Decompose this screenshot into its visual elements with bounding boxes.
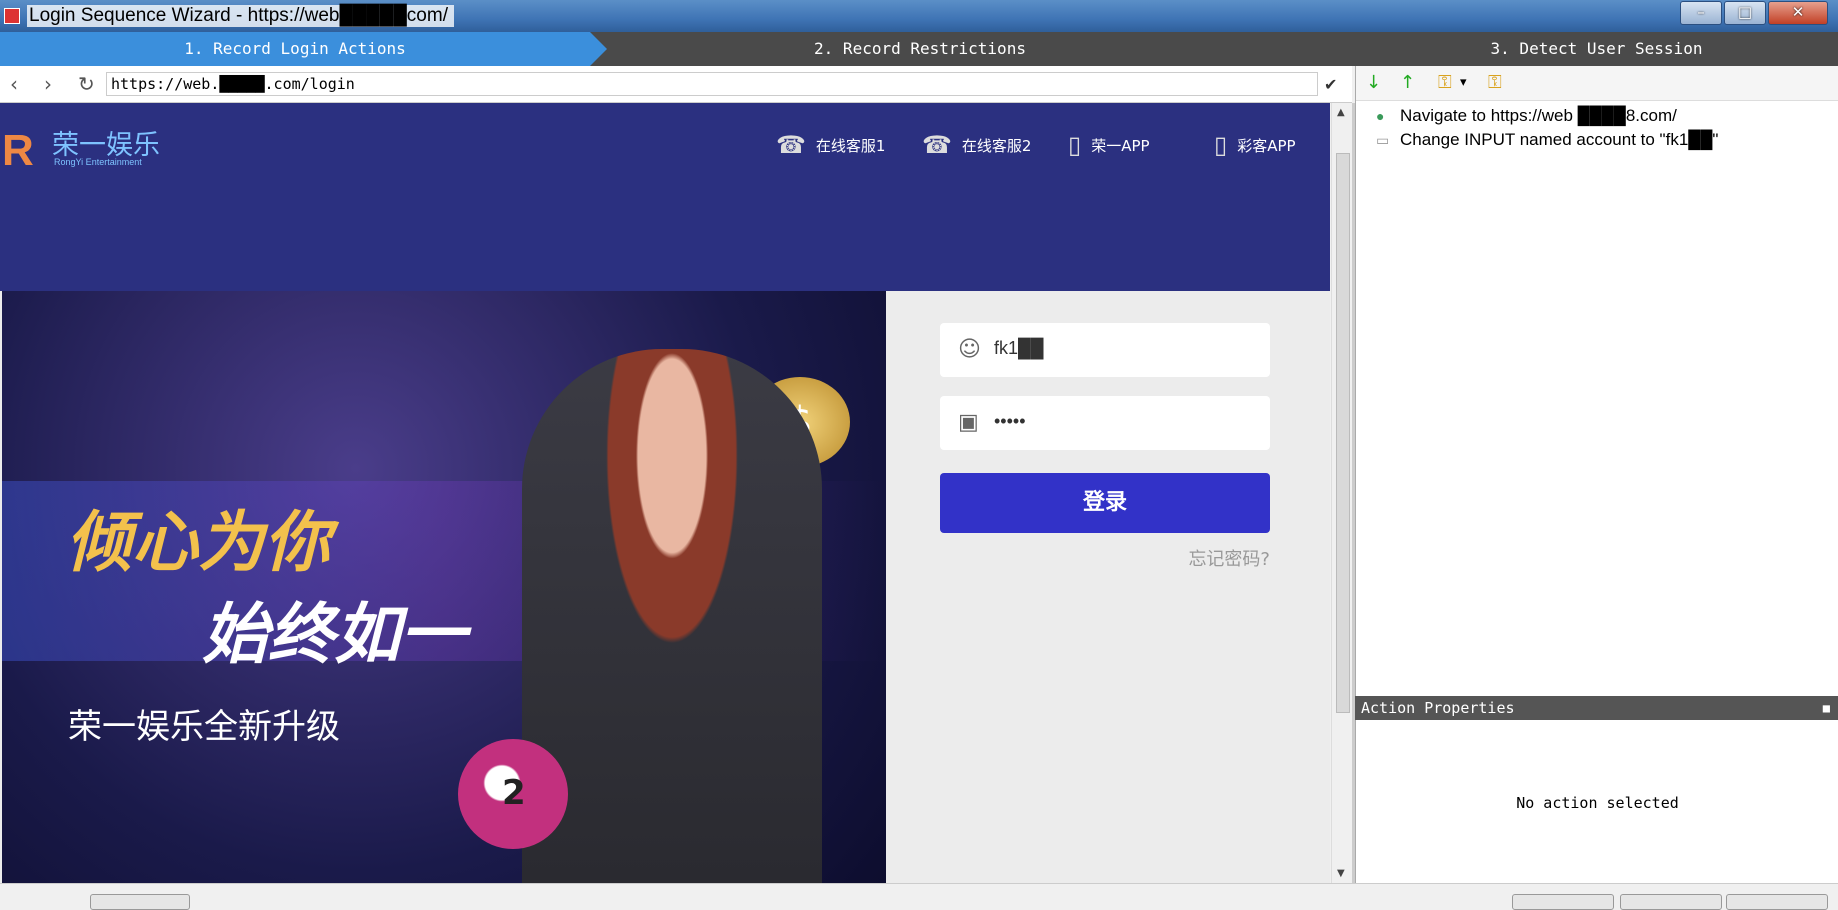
- forward-icon[interactable]: ›: [44, 72, 52, 96]
- window-controls: – □ ✕: [1680, 1, 1828, 25]
- link-label: 在线客服1: [815, 136, 886, 155]
- banner-headline-1: 倾心为你: [66, 503, 330, 581]
- link-label: 彩客APP: [1237, 136, 1296, 155]
- phone-icon: ▯: [1214, 131, 1228, 159]
- actions-toolbar: ↓ ↑ ⚿ ▾ ⚿: [1356, 66, 1838, 101]
- link-label: 在线客服2: [961, 136, 1032, 155]
- username-value: fk1██: [994, 338, 1044, 358]
- step-detect-user-session[interactable]: 3. Detect User Session: [1355, 32, 1838, 66]
- back-icon[interactable]: ‹: [10, 72, 18, 96]
- link-online-service-1[interactable]: ☎ 在线客服1: [776, 131, 885, 159]
- embedded-webview: R 荣一娱乐 RongYi Entertainment ☎ 在线客服1 ☎ 在线…: [0, 103, 1330, 883]
- action-label: Change INPUT named account to "fk1██": [1400, 130, 1719, 149]
- back-button[interactable]: [1512, 894, 1614, 910]
- move-down-icon[interactable]: ↓: [1366, 72, 1381, 93]
- step-record-restrictions[interactable]: 2. Record Restrictions: [610, 32, 1230, 66]
- app-icon: [4, 8, 20, 24]
- link-rongyi-app[interactable]: ▯ 荣一APP: [1068, 131, 1150, 159]
- banner-headline-2: 始终如一: [202, 595, 466, 673]
- user-icon: ☺: [958, 337, 981, 362]
- logo-subtitle: RongYi Entertainment: [54, 157, 142, 167]
- link-label: 荣一APP: [1091, 136, 1150, 155]
- recorded-actions-pane: ↓ ↑ ⚿ ▾ ⚿ ● Navigate to https://web ████8…: [1355, 66, 1838, 696]
- password-field[interactable]: ▣ •••••: [940, 396, 1270, 450]
- username-field[interactable]: ☺ fk1██: [940, 323, 1270, 377]
- action-item-navigate[interactable]: ● Navigate to https://web ████8.com/: [1376, 106, 1677, 126]
- url-input[interactable]: https://web.█████.com/login: [106, 72, 1318, 96]
- key-remove-icon[interactable]: ⚿: [1488, 72, 1502, 93]
- window-title: Login Sequence Wizard - https://web█████…: [27, 5, 454, 27]
- login-button[interactable]: 登录: [940, 473, 1270, 533]
- bottom-bar: [0, 883, 1838, 910]
- scrollbar-thumb[interactable]: [1336, 153, 1350, 713]
- globe-icon: ●: [1376, 108, 1385, 124]
- browser-toolbar: ‹ › ↻ https://web.█████.com/login ✔: [0, 66, 1352, 103]
- key-icon[interactable]: ⚿: [1438, 72, 1452, 93]
- headset-icon: ☎: [776, 131, 806, 159]
- action-label: Navigate to https://web ████8.com/: [1400, 106, 1677, 125]
- logo-mark-icon: R: [2, 126, 34, 175]
- promo-banner: $ 倾心为你 始终如一 荣一娱乐全新升级 2: [2, 291, 886, 883]
- lock-icon: ▣: [958, 410, 979, 435]
- cancel-button[interactable]: [1726, 894, 1828, 910]
- go-checkmark-icon[interactable]: ✔: [1324, 75, 1337, 94]
- login-form: ☺ fk1██ ▣ ••••• 登录 忘记密码?: [886, 291, 1330, 883]
- phone-icon: ▯: [1068, 131, 1082, 159]
- banner-tagline: 荣一娱乐全新升级: [68, 707, 340, 747]
- forgot-password-link[interactable]: 忘记密码?: [1188, 545, 1270, 571]
- site-header: R 荣一娱乐 RongYi Entertainment ☎ 在线客服1 ☎ 在线…: [0, 103, 1330, 291]
- action-item-change-input[interactable]: ▭ Change INPUT named account to "fk1██": [1376, 130, 1718, 150]
- dropdown-chevron-icon[interactable]: ▾: [1460, 75, 1467, 90]
- headset-icon: ☎: [922, 131, 952, 159]
- wizard-steps: 1. Record Login Actions 2. Record Restri…: [0, 32, 1838, 66]
- move-up-icon[interactable]: ↑: [1400, 72, 1415, 93]
- link-caike-app[interactable]: ▯ 彩客APP: [1214, 131, 1296, 159]
- password-value: •••••: [994, 411, 1026, 431]
- maximize-button[interactable]: □: [1724, 1, 1766, 25]
- no-action-message: No action selected: [1516, 794, 1679, 812]
- action-properties-header: Action Properties ■: [1355, 696, 1838, 720]
- step-record-login-actions[interactable]: 1. Record Login Actions: [0, 32, 607, 66]
- link-online-service-2[interactable]: ☎ 在线客服2: [922, 131, 1031, 159]
- scroll-down-icon[interactable]: ▼: [1337, 868, 1345, 879]
- ball-number: 2: [502, 773, 526, 813]
- bottom-tab-button[interactable]: [90, 894, 190, 910]
- properties-title: Action Properties: [1361, 699, 1515, 717]
- window-titlebar: Login Sequence Wizard - https://web█████…: [0, 0, 1838, 32]
- close-button[interactable]: ✕: [1768, 1, 1828, 25]
- refresh-icon[interactable]: ↻: [78, 72, 95, 96]
- lottery-ball-graphic: 2: [458, 739, 568, 849]
- input-icon: ▭: [1376, 132, 1390, 148]
- action-properties-panel: No action selected: [1355, 720, 1838, 883]
- webview-scrollbar[interactable]: ▲ ▼: [1331, 103, 1354, 883]
- pin-icon[interactable]: ■: [1823, 696, 1830, 720]
- minimize-button[interactable]: –: [1680, 1, 1722, 25]
- scroll-up-icon[interactable]: ▲: [1337, 107, 1345, 118]
- next-button[interactable]: [1620, 894, 1722, 910]
